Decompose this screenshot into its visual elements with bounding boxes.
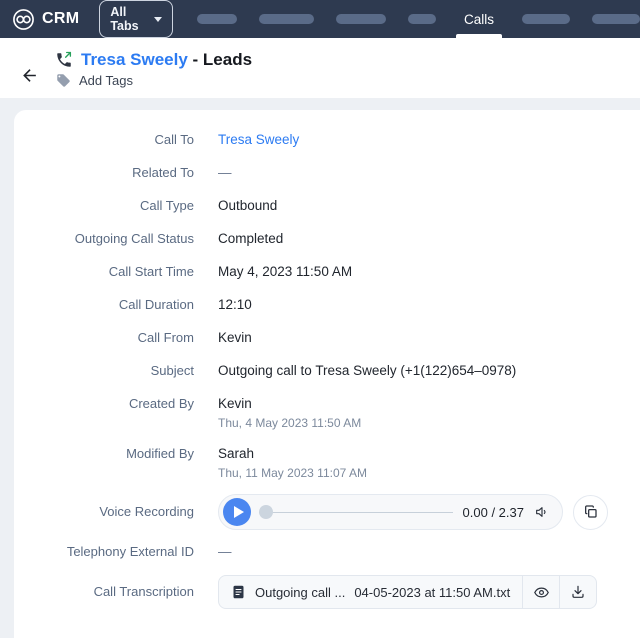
tab-placeholder[interactable] [522, 14, 570, 24]
modified-by-date: Thu, 11 May 2023 11:07 AM [218, 466, 367, 480]
field-related-to: Related To — [14, 163, 616, 183]
audio-player: 0.00 / 2.37 [218, 494, 563, 530]
tab-calls[interactable]: Calls [455, 0, 503, 38]
field-call-duration: Call Duration 12:10 [14, 295, 616, 315]
field-value-group: Kevin Thu, 4 May 2023 11:50 AM [218, 394, 361, 431]
field-label: Related To [132, 165, 194, 180]
field-call-transcription: Call Transcription Outgoing call ... 04-… [14, 575, 616, 609]
module-tabs: Calls [196, 0, 640, 38]
chevron-down-icon [153, 16, 162, 22]
brand-logo[interactable]: CRM [12, 8, 79, 31]
field-call-from: Call From Kevin [14, 328, 616, 348]
field-telephony-external-id: Telephony External ID — [14, 542, 616, 562]
field-call-start-time: Call Start Time May 4, 2023 11:50 AM [14, 262, 616, 282]
field-label: Call Duration [118, 297, 194, 312]
content-area: Call To Tresa Sweely Related To — Call T… [0, 98, 640, 638]
tab-placeholder[interactable] [335, 14, 386, 24]
crm-app-window: CRM All Tabs Calls Tresa Sweely - Leads … [0, 0, 640, 638]
audio-time-display: 0.00 / 2.37 [462, 504, 524, 520]
tab-placeholder[interactable] [196, 14, 237, 24]
field-created-by: Created By Kevin Thu, 4 May 2023 11:50 A… [14, 394, 616, 431]
field-label: Call From [137, 330, 194, 345]
field-value: Outgoing call to Tresa Sweely (+1(122)65… [218, 363, 517, 378]
copy-recording-button[interactable] [573, 494, 608, 530]
add-tags-label: Add Tags [79, 73, 133, 88]
field-label: Call Start Time [108, 264, 194, 279]
field-label: Subject [150, 363, 194, 378]
add-tags-button[interactable]: Add Tags [56, 73, 252, 88]
field-call-type: Call Type Outbound [14, 196, 616, 216]
field-subject: Subject Outgoing call to Tresa Sweely (+… [14, 361, 616, 381]
tab-calls-label: Calls [463, 11, 494, 27]
field-modified-by: Modified By Sarah Thu, 11 May 2023 11:07… [14, 444, 616, 481]
record-title-row: Tresa Sweely - Leads [55, 50, 252, 70]
copy-icon [584, 505, 597, 518]
all-tabs-dropdown[interactable]: All Tabs [99, 0, 173, 38]
preview-transcription-button[interactable] [523, 576, 559, 608]
slider-thumb[interactable] [259, 505, 273, 519]
modified-by-name: Sarah [218, 446, 255, 461]
record-header-main: Tresa Sweely - Leads Add Tags [55, 50, 252, 88]
field-outgoing-call-status: Outgoing Call Status Completed [14, 229, 616, 249]
transcription-file-chip: Outgoing call ... 04-05-2023 at 11:50 AM… [218, 575, 598, 609]
voice-recording-widget: 0.00 / 2.37 [218, 494, 608, 530]
tab-placeholder[interactable] [592, 14, 640, 24]
field-value-group: Sarah Thu, 11 May 2023 11:07 AM [218, 444, 367, 481]
tab-placeholder[interactable] [407, 14, 436, 24]
field-value: Outbound [218, 198, 278, 213]
volume-button[interactable] [534, 504, 550, 520]
field-voice-recording: Voice Recording 0.00 / 2.37 [14, 494, 616, 530]
slider-track [259, 511, 453, 513]
field-call-to: Call To Tresa Sweely [14, 130, 616, 150]
outgoing-call-icon [55, 51, 73, 69]
field-label: Voice Recording [99, 504, 194, 519]
field-value: — [218, 544, 232, 559]
tag-icon [56, 73, 71, 88]
field-label: Modified By [126, 446, 194, 461]
call-details-card: Call To Tresa Sweely Related To — Call T… [14, 110, 640, 638]
record-name-link[interactable]: Tresa Sweely - Leads [81, 50, 252, 70]
record-name: Tresa Sweely [81, 50, 188, 69]
top-navigation-bar: CRM All Tabs Calls [0, 0, 640, 38]
created-by-date: Thu, 4 May 2023 11:50 AM [218, 416, 362, 430]
download-icon [572, 585, 584, 598]
play-icon [233, 506, 244, 518]
field-label: Telephony External ID [66, 544, 194, 559]
eye-icon [533, 587, 549, 597]
download-transcription-button[interactable] [560, 576, 596, 608]
field-value: Completed [218, 231, 284, 246]
arrow-left-icon [23, 68, 36, 82]
file-name-suffix: 04-05-2023 at 11:50 AM.txt [354, 584, 511, 600]
file-name-truncated: Outgoing call ... [255, 584, 346, 600]
transcription-file[interactable]: Outgoing call ... 04-05-2023 at 11:50 AM… [219, 576, 522, 608]
record-header: Tresa Sweely - Leads Add Tags [0, 38, 640, 98]
field-value: May 4, 2023 11:50 AM [218, 264, 353, 279]
field-label: Call Type [140, 198, 194, 213]
call-to-link[interactable]: Tresa Sweely [218, 130, 299, 150]
speaker-icon [536, 507, 546, 517]
field-value: Kevin [218, 330, 252, 345]
zoho-logo-icon [12, 8, 35, 31]
back-button[interactable] [20, 66, 39, 85]
field-value: — [218, 165, 232, 180]
field-label: Call Transcription [93, 584, 194, 599]
field-label: Call To [154, 132, 194, 147]
document-icon [233, 585, 244, 599]
field-value: 12:10 [218, 297, 252, 312]
audio-seek-slider[interactable] [259, 505, 453, 519]
field-label: Created By [128, 396, 194, 411]
play-button[interactable] [223, 498, 251, 526]
brand-name: CRM [42, 10, 80, 27]
tab-placeholder[interactable] [258, 14, 314, 24]
record-module-suffix: - Leads [187, 50, 253, 69]
created-by-name: Kevin [218, 396, 252, 411]
all-tabs-label: All Tabs [110, 5, 139, 33]
field-label: Outgoing Call Status [74, 231, 194, 246]
